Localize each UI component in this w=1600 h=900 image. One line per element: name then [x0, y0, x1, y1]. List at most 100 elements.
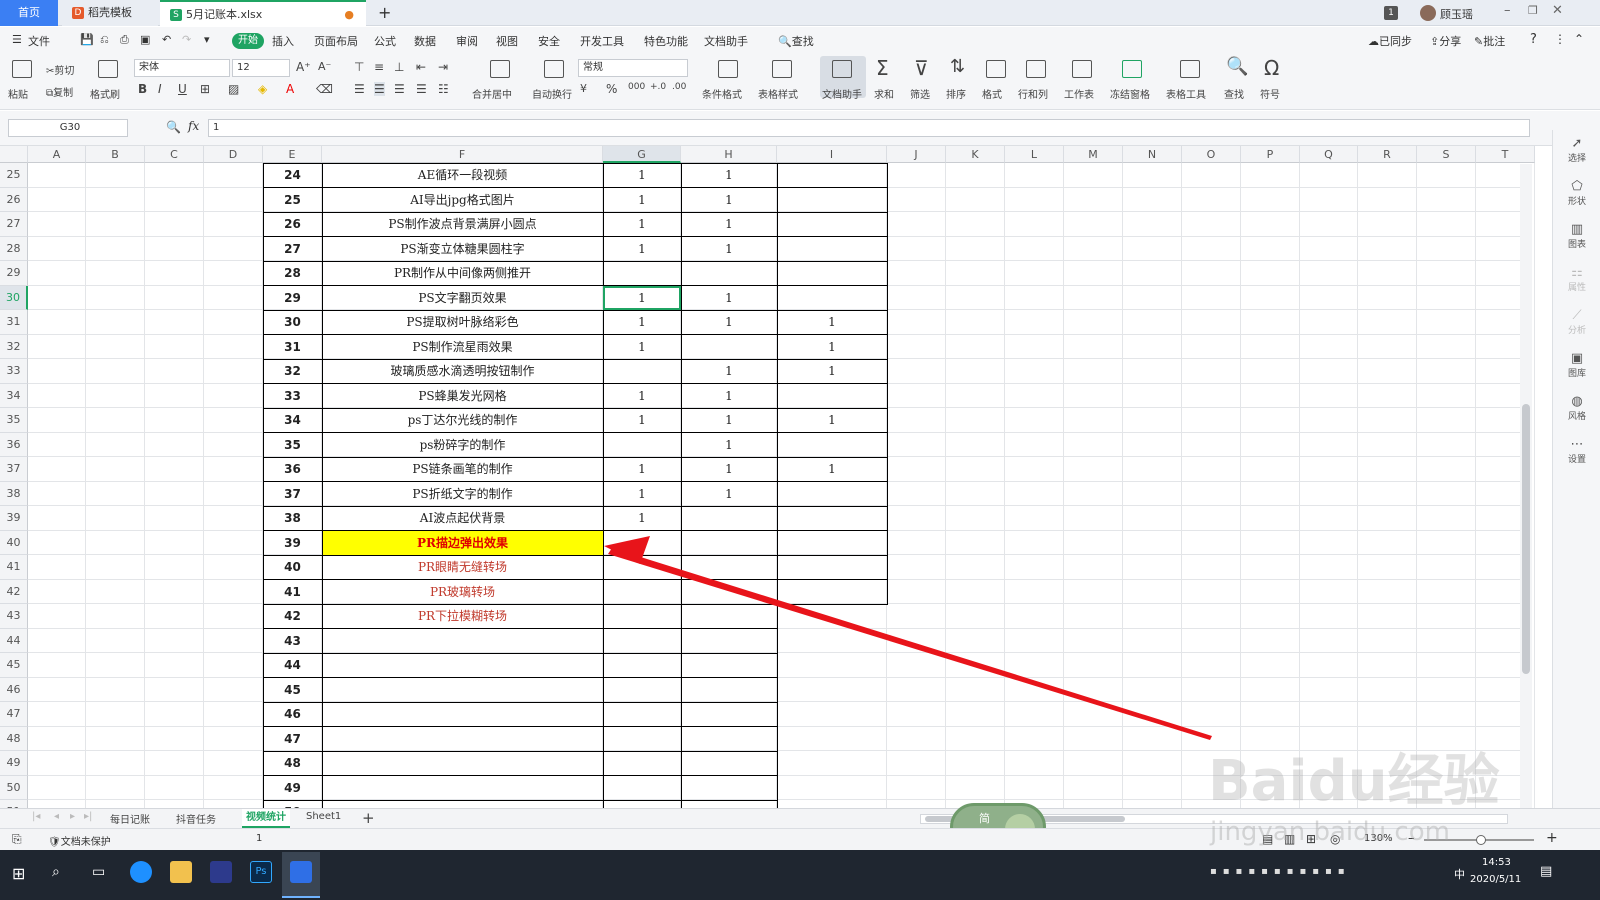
help-icon[interactable]: ? — [1530, 32, 1537, 47]
sidebar-item-5[interactable]: ⟋ 分析 — [1553, 308, 1600, 336]
sheet-nav-next-icon[interactable]: ▸ — [70, 811, 75, 822]
sort-icon[interactable]: ⇅ — [950, 56, 965, 77]
system-tray-icons[interactable]: ▪▪▪▪▪▪▪▪▪▪▪ — [1210, 866, 1351, 877]
hamburger-icon[interactable]: ☰ — [12, 33, 22, 46]
symbol-icon[interactable]: Ω — [1264, 56, 1279, 80]
freeze-icon[interactable] — [1122, 60, 1142, 78]
align-left-icon[interactable]: ☰ — [354, 82, 365, 96]
photoshop-icon[interactable]: Ps — [250, 861, 272, 883]
menu-8[interactable]: 开发工具 — [580, 33, 624, 49]
worksheet-button[interactable]: 工作表 — [1064, 86, 1094, 101]
close-icon[interactable]: ✕ — [1552, 3, 1563, 18]
merge-center-button[interactable]: 合并居中 — [472, 86, 512, 101]
name-box[interactable]: G30 — [8, 119, 128, 137]
format-painter-icon[interactable] — [98, 60, 118, 78]
worksheet-icon[interactable] — [1072, 60, 1092, 78]
bold-icon[interactable]: B — [138, 82, 147, 96]
fill-pattern-icon[interactable]: ▨ — [228, 82, 239, 96]
justify-icon[interactable]: ☰ — [416, 82, 427, 96]
sheet-nav-last-icon[interactable]: ▸| — [84, 811, 92, 822]
cond-format-button[interactable]: 条件格式 — [702, 86, 742, 101]
menu-5[interactable]: 审阅 — [456, 33, 478, 49]
font-grow-icon[interactable]: A⁺ — [296, 60, 311, 74]
sidebar-item-1[interactable]: ➚ 选择 — [1553, 136, 1600, 164]
increase-decimal-icon[interactable]: +.0 — [650, 82, 666, 92]
save-icon[interactable]: 💾 — [80, 33, 94, 46]
font-size-select[interactable]: 12 — [232, 59, 290, 77]
thousands-icon[interactable]: 000 — [628, 82, 645, 92]
row-col-icon[interactable] — [1026, 60, 1046, 78]
sort-button[interactable]: 排序 — [946, 86, 966, 101]
vertical-scrollbar[interactable] — [1520, 164, 1532, 808]
align-top-icon[interactable]: ⊤ — [354, 60, 364, 74]
menu-2[interactable]: 页面布局 — [314, 33, 358, 49]
filter-button[interactable]: 筛选 — [910, 86, 930, 101]
windows-start-icon[interactable]: ⊞ — [12, 864, 25, 883]
menu-file[interactable]: 文件 — [28, 33, 50, 49]
sheet-nav-first-icon[interactable]: |◂ — [32, 811, 40, 822]
menu-6[interactable]: 视图 — [496, 33, 518, 49]
sheet-tab-4[interactable]: Sheet1 — [306, 811, 341, 822]
italic-icon[interactable]: I — [158, 82, 162, 96]
clock-time[interactable]: 14:53 — [1482, 857, 1511, 868]
ime-indicator[interactable]: 中 — [1454, 866, 1465, 882]
menu-7[interactable]: 安全 — [538, 33, 560, 49]
menu-3[interactable]: 公式 — [374, 33, 396, 49]
sidebar-item-7[interactable]: ◍ 风格 — [1553, 394, 1600, 422]
menu-start[interactable]: 开始 — [232, 33, 264, 49]
clear-format-icon[interactable]: ⌫ — [316, 82, 333, 96]
sidebar-item-4[interactable]: ⚏ 属性 — [1553, 265, 1600, 293]
decrease-decimal-icon[interactable]: .00 — [672, 82, 686, 92]
menu-9[interactable]: 特色功能 — [644, 33, 688, 49]
distribute-icon[interactable]: ☷ — [438, 82, 449, 96]
sidebar-item-3[interactable]: ▥ 图表 — [1553, 222, 1600, 250]
new-tab-button[interactable]: + — [368, 0, 401, 26]
menu-1[interactable]: 插入 — [272, 33, 294, 49]
vertical-scroll-thumb[interactable] — [1522, 404, 1530, 674]
print-icon[interactable]: ⎙ — [120, 33, 129, 47]
sidebar-item-6[interactable]: ▣ 图库 — [1553, 351, 1600, 379]
notification-icon[interactable]: ▤ — [1540, 864, 1552, 879]
more-icon[interactable]: ⋮ — [1554, 32, 1566, 46]
filter-icon[interactable]: ⊽ — [914, 56, 929, 80]
find-button[interactable]: 查找 — [1224, 86, 1244, 101]
underline-icon[interactable]: U — [178, 82, 187, 96]
comment-button[interactable]: ✎批注 — [1474, 33, 1505, 49]
window-count-badge[interactable]: 1 — [1384, 6, 1398, 20]
font-shrink-icon[interactable]: A⁻ — [318, 60, 331, 73]
align-middle-icon[interactable]: ≡ — [374, 60, 384, 74]
paste-button[interactable]: 粘贴 — [8, 86, 28, 101]
align-center-icon[interactable]: ☰ — [374, 82, 385, 96]
undo-hist-icon[interactable]: ⎌ — [100, 33, 109, 47]
sheet-tab-2[interactable]: 抖音任务 — [176, 811, 216, 826]
table-tools-button[interactable]: 表格工具 — [1166, 86, 1206, 101]
protect-status[interactable]: 🛡文档未保护 — [48, 833, 111, 848]
task-view-icon[interactable]: ▭ — [92, 864, 105, 880]
currency-icon[interactable]: ¥ — [580, 82, 587, 95]
tab-home[interactable]: 首页 — [0, 0, 58, 26]
wrap-text-icon[interactable] — [544, 60, 564, 78]
file-explorer-icon[interactable] — [170, 861, 192, 883]
menu-4[interactable]: 数据 — [414, 33, 436, 49]
formula-input[interactable]: 1 — [208, 119, 1530, 137]
sum-button[interactable]: 求和 — [874, 86, 894, 101]
doc-assistant-button[interactable]: 文档助手 — [822, 86, 862, 101]
format-button[interactable]: 格式 — [982, 86, 1002, 101]
paste-icon[interactable] — [12, 60, 32, 78]
sheet-tab-1[interactable]: 每日记账 — [110, 811, 150, 826]
macro-icon[interactable]: ⎘ — [12, 832, 22, 847]
format-icon[interactable] — [986, 60, 1006, 78]
minimize-icon[interactable]: – — [1504, 3, 1511, 18]
tab-file[interactable]: S 5月记账本.xlsx ● — [160, 0, 366, 26]
clock-date[interactable]: 2020/5/11 — [1470, 874, 1521, 885]
font-name-select[interactable]: 宋体 — [134, 59, 230, 77]
symbol-button[interactable]: 符号 — [1260, 86, 1280, 101]
add-sheet-button[interactable]: + — [362, 809, 375, 827]
undo-icon[interactable]: ↶ — [162, 33, 171, 46]
copy-button[interactable]: ⧉复制 — [46, 84, 73, 99]
indent-decrease-icon[interactable]: ⇤ — [416, 60, 426, 74]
find-icon[interactable]: 🔍 — [1226, 56, 1248, 77]
taskbar-search-icon[interactable]: ⌕ — [52, 864, 60, 880]
print-preview-icon[interactable]: ▣ — [140, 33, 150, 46]
cond-format-icon[interactable] — [718, 60, 738, 78]
